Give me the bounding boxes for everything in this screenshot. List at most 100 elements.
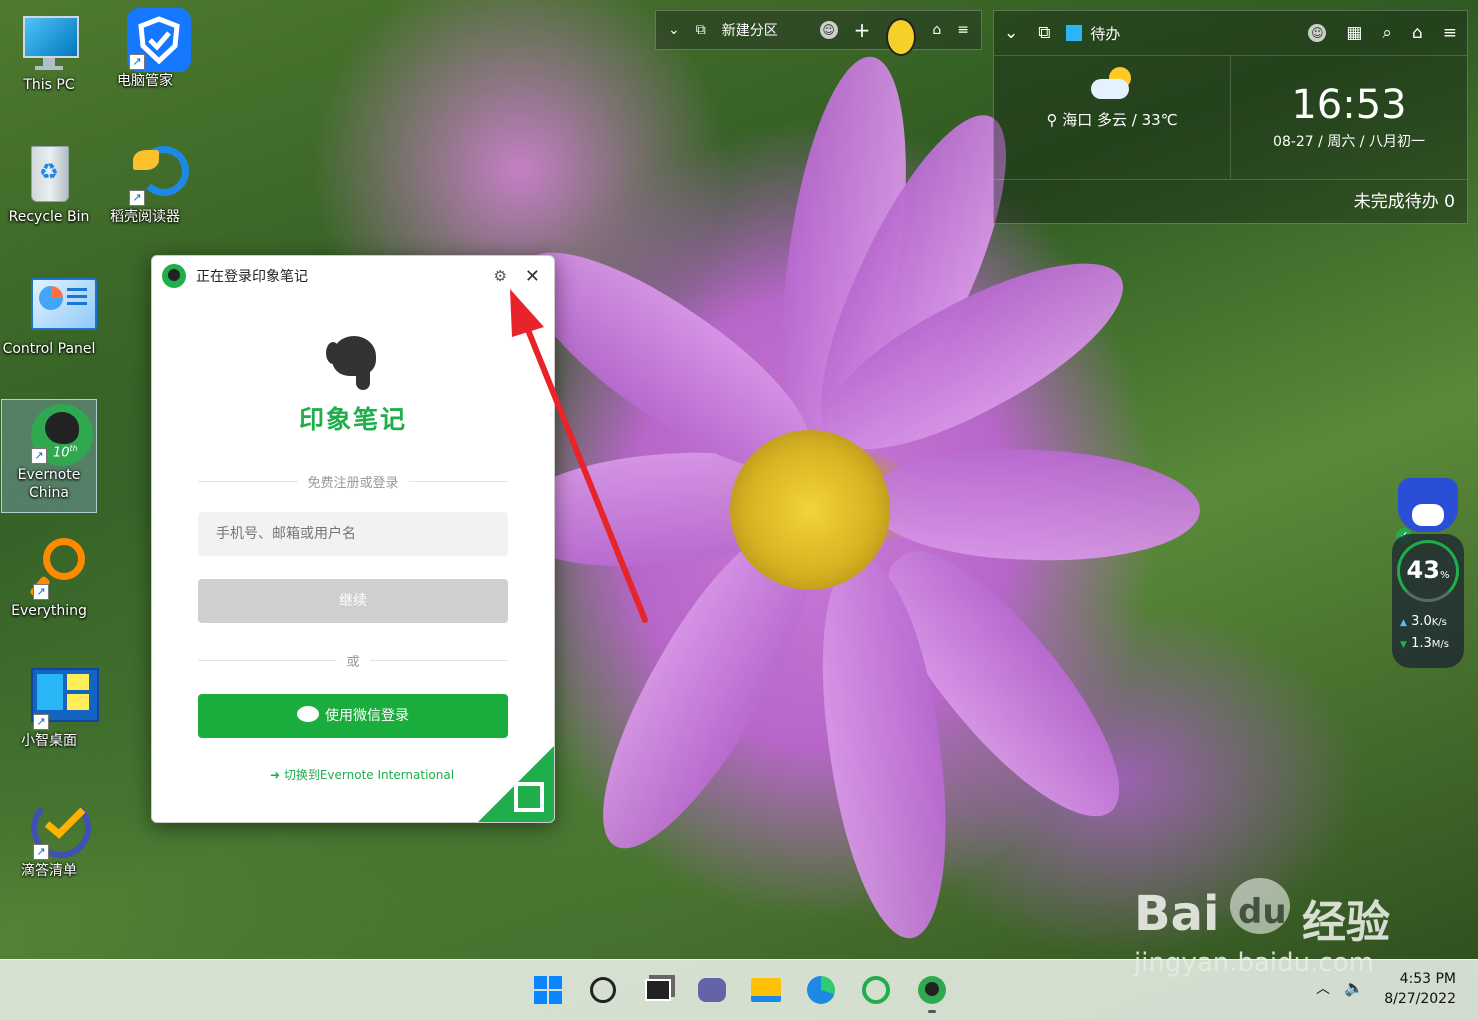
shortcut-arrow-icon: ↗ [33,714,49,730]
desktop-icon-label: 滴答清单 [21,863,77,879]
edge-icon [807,976,835,1004]
wechat-label: 使用微信登录 [325,708,409,724]
desktop-icon-evernote-china[interactable]: 10th ↗ Evernote China [1,399,97,513]
add-icon[interactable]: + [854,18,871,42]
desktop-icon-xiaozhi-desktop[interactable]: ↗ 小智桌面 [2,666,99,750]
taskbar-evernote[interactable] [914,972,950,1008]
skin-icon[interactable]: ⌂ [932,22,941,38]
folder-icon [751,978,781,1002]
task-view-button[interactable] [640,972,676,1008]
taskbar-edge[interactable] [803,972,839,1008]
menu-icon[interactable]: ≡ [1443,23,1457,43]
chevron-down-icon[interactable]: ⌄ [1004,23,1018,43]
desktop-icon-label: 小智桌面 [21,733,77,749]
system-clock[interactable]: 4:53 PM 8/27/2022 [1378,969,1456,1009]
fence-title[interactable]: 新建分区 [722,20,778,40]
desktop-icon-this-pc[interactable]: This PC [2,10,96,94]
desktop-icon-label: Control Panel [2,341,96,357]
chevron-down-icon[interactable]: ⌄ [668,22,680,38]
upload-speed: 3.0 [1411,614,1432,629]
upload-arrow-icon: ▲ [1400,618,1407,628]
window-titlebar[interactable]: 正在登录印象笔记 ⚙ ✕ [152,256,554,296]
pin-icon[interactable]: ⧉ [1038,23,1050,43]
watermark-suffix: 经验 [1302,897,1390,948]
desktop-widget: ⌄ ⧉ 待办 ☺ ▦ ⌕ ⌂ ≡ ⚲ 海口 多云 / 33℃ 16:53 08-… [993,10,1468,224]
desktop-icon-everything[interactable]: ↗ Everything [2,536,96,620]
switch-label: 切换到Evernote International [283,768,455,782]
shield-icon: ↗ [113,6,191,72]
continue-label: 继续 [339,593,367,609]
desktop-icon-label: Everything [11,603,87,619]
desktop-icon-control-panel[interactable]: Control Panel [2,274,97,358]
weather-location: 海口 [1062,111,1093,129]
clock-date: 08-27 / 周六 / 八月初一 [1273,134,1425,150]
shortcut-arrow-icon: ↗ [129,190,145,206]
gear-icon[interactable]: ⚙ [493,267,506,285]
close-icon[interactable]: ✕ [525,266,540,287]
shortcut-arrow-icon: ↗ [33,844,49,860]
desktop-icon-label: This PC [23,77,75,93]
account-input[interactable] [198,512,508,556]
user-icon[interactable]: ☺ [819,21,838,39]
watermark-brand: Bai [1134,886,1220,942]
usage-unit: % [1439,570,1450,581]
docer-reader-icon: ↗ [113,142,189,206]
skin-icon[interactable]: ⌂ [1412,23,1423,43]
desktop-icon-ticktick[interactable]: ↗ 滴答清单 [2,796,96,880]
register-divider: 免费注册或登录 [198,472,509,491]
arrow-right-icon: ➜ [269,768,280,782]
upload-unit: K/s [1431,617,1447,628]
tray-date: 8/27/2022 [1384,991,1456,1007]
desktop-icon-docer-reader[interactable]: ↗ 稻壳阅读器 [98,142,192,226]
weather-condition: 多云 / 33℃ [1097,111,1178,129]
taskbar-everything[interactable] [858,972,894,1008]
wechat-login-button[interactable]: 使用微信登录 [198,694,508,738]
weather-panel[interactable]: ⚲ 海口 多云 / 33℃ [994,55,1231,179]
desktop-icon-label: Evernote China [17,467,81,501]
taskbar-teams-chat[interactable] [694,972,730,1008]
desktop-icon-label: Recycle Bin [8,209,90,225]
annotation-arrow [510,289,648,623]
evernote-logo-icon [162,264,186,288]
desktop-icon-recycle-bin[interactable]: ♻ Recycle Bin [2,142,96,226]
active-app-indicator [928,1010,936,1013]
monitor-icon [17,10,81,74]
search-icon[interactable]: ⌕ [1382,23,1392,43]
widget-toolbar: ⌄ ⧉ 待办 ☺ ▦ ⌕ ⌂ ≡ [994,11,1467,56]
taskbar-file-explorer[interactable] [748,972,784,1008]
taskbar-search-button[interactable] [585,972,621,1008]
todo-summary[interactable]: 未完成待办 0 [994,179,1467,224]
download-arrow-icon: ▼ [1400,640,1407,650]
desktop-icon-pc-manager[interactable]: ↗ 电脑管家 [98,6,192,90]
widget-tab-todo[interactable]: 待办 [1090,23,1120,44]
elephant-logo-icon [326,332,380,392]
desktop-icon-label: 电脑管家 [117,73,173,89]
magnifier-icon [862,976,890,1004]
register-hint: 免费注册或登录 [307,476,399,491]
clock-panel[interactable]: 16:53 08-27 / 周六 / 八月初一 [1231,55,1467,179]
calendar-icon[interactable]: ▦ [1346,23,1362,43]
magnifier-icon: ↗ [17,536,85,600]
usage-percent: 43 [1406,556,1440,584]
ticktick-icon: ↗ [17,796,91,860]
partly-cloudy-icon [1087,67,1137,103]
desktop-fence[interactable]: ⌄ ⧉ 新建分区 ☺ + ⌂ ≡ [655,10,982,56]
baidu-watermark: Bai du 经验 jingyan.baidu.com [1134,878,1474,978]
evernote-login-window: 正在登录印象笔记 ⚙ ✕ 印象笔记 免费注册或登录 继续 或 使用微信登录 ➜ … [151,255,555,823]
start-button[interactable] [530,972,566,1008]
speaker-icon[interactable]: 🔈 [1344,978,1364,997]
user-icon[interactable]: ☺ [1308,24,1327,42]
location-pin-icon: ⚲ [1046,111,1058,129]
control-panel-icon [17,274,97,338]
clock-time: 16:53 [1291,82,1407,128]
network-monitor-widget[interactable]: ✓ 43% ▲ 3.0K/s ▼ 1.3M/s [1392,478,1464,668]
qr-code-glyph [514,782,544,812]
shortcut-arrow-icon: ↗ [33,584,49,600]
taskbar: ︿ 🔈 4:53 PM 8/27/2022 [0,959,1478,1020]
continue-button[interactable]: 继续 [198,579,508,623]
menu-icon[interactable]: ≡ [957,22,969,38]
robot-mascot-icon [1398,478,1458,532]
xiaozhi-desktop-icon: ↗ [17,666,99,730]
show-hidden-icons-chevron-up-icon[interactable]: ︿ [1316,978,1330,998]
fence-folder-icon: ⧉ [695,22,706,38]
